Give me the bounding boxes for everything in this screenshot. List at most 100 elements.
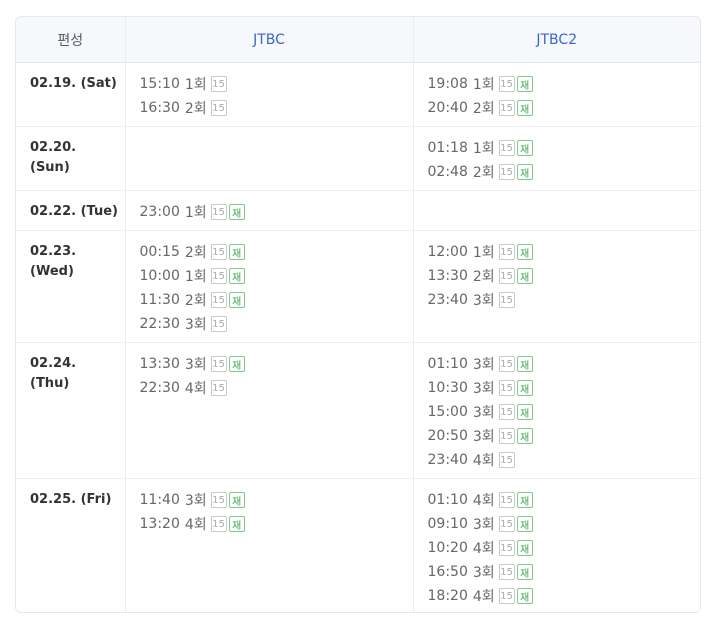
age-rating-badge: 15 [210, 356, 227, 372]
episode-number: 2회 [184, 293, 207, 309]
age-rating-badge: 15 [498, 356, 515, 372]
rerun-badge: 재 [516, 492, 533, 508]
slots-jtbc2: 01:10 3회 15 재 10:30 3회 15 재 15:00 3회 15 재 20:50 3회 15 재… [412, 342, 701, 479]
episode-number: 2회 [472, 101, 495, 117]
age-rating-badge: 15 [210, 492, 227, 508]
schedule-row: 02.23. (Wed) 00:15 2회 15 재 10:00 1회 15 재 11:30 2회 1… [16, 230, 701, 343]
age-rating-badge: 15 [498, 588, 515, 604]
slots-jtbc: 00:15 2회 15 재 10:00 1회 15 재 11:30 2회 15 재 22:30 3회 15 [124, 230, 413, 343]
airtime-slot: 16:30 2회 15 [140, 96, 413, 120]
airtime-slot: 20:50 3회 15 재 [428, 424, 701, 448]
slots-jtbc2 [412, 190, 700, 231]
age-rating-badge: 15 [498, 516, 515, 532]
slots-jtbc: 11:40 3회 15 재 13:20 4회 15 재 [124, 478, 413, 612]
age-rating-badge: 15 [498, 244, 515, 260]
airtime-slot: 13:30 2회 15 재 [428, 264, 701, 288]
rerun-badge: 재 [516, 540, 533, 556]
air-time: 18:20 [427, 588, 468, 604]
episode-number: 2회 [184, 101, 207, 117]
schedule-row: 02.19. (Sat) 15:10 1회 15 16:30 2회 15 19:08 1회 15 재… [16, 62, 701, 127]
episode-number: 1회 [184, 77, 207, 93]
rerun-badge: 재 [228, 244, 245, 260]
air-time: 16:50 [427, 564, 468, 580]
age-rating-badge: 15 [210, 316, 227, 332]
schedule-table-frame: 편성 JTBC JTBC2 02.19. (Sat) 15:10 1회 15 16:30… [15, 16, 701, 613]
air-time: 01:18 [427, 140, 468, 156]
schedule-table: 편성 JTBC JTBC2 02.19. (Sat) 15:10 1회 15 16:30… [16, 17, 701, 612]
air-time: 20:50 [427, 428, 468, 444]
airtime-slot: 22:30 4회 15 [140, 376, 413, 400]
air-time: 11:30 [139, 292, 180, 308]
schedule-row: 02.20. (Sun) 01:18 1회 15 재 02:48 2회 15 재 [16, 126, 700, 191]
slots-jtbc2: 01:18 1회 15 재 02:48 2회 15 재 [412, 126, 700, 191]
episode-number: 4회 [472, 541, 495, 557]
episode-number: 2회 [472, 165, 495, 181]
header-row: 편성 JTBC JTBC2 [16, 17, 700, 63]
airtime-slot: 00:15 2회 15 재 [140, 240, 413, 264]
age-rating-badge: 15 [498, 404, 515, 420]
broadcast-date: 02.23. (Wed) [16, 230, 125, 343]
airtime-slot: 20:40 2회 15 재 [428, 96, 701, 120]
broadcast-date: 02.24. (Thu) [16, 342, 125, 479]
rerun-badge: 재 [228, 292, 245, 308]
airtime-slot: 12:00 1회 15 재 [428, 240, 701, 264]
age-rating-badge: 15 [498, 380, 515, 396]
episode-number: 3회 [472, 517, 495, 533]
air-time: 13:20 [139, 516, 180, 532]
airtime-slot: 10:30 3회 15 재 [428, 376, 701, 400]
age-rating-badge: 15 [498, 292, 515, 308]
air-time: 11:40 [139, 492, 180, 508]
episode-number: 1회 [472, 77, 495, 93]
air-time: 00:15 [139, 244, 180, 260]
air-time: 23:40 [427, 292, 468, 308]
broadcast-date: 02.20. (Sun) [16, 126, 125, 191]
age-rating-badge: 15 [498, 540, 515, 556]
age-rating-badge: 15 [210, 380, 227, 396]
airtime-slot: 15:00 3회 15 재 [428, 400, 701, 424]
age-rating-badge: 15 [210, 204, 227, 220]
air-time: 20:40 [427, 100, 468, 116]
schedule-body: 02.19. (Sat) 15:10 1회 15 16:30 2회 15 19:08 1회 15 재… [16, 62, 701, 612]
slots-jtbc: 23:00 1회 15 재 [124, 190, 413, 231]
age-rating-badge: 15 [210, 76, 227, 92]
rerun-badge: 재 [516, 268, 533, 284]
air-time: 01:10 [427, 356, 468, 372]
rerun-badge: 재 [516, 516, 533, 532]
slots-jtbc [124, 126, 413, 191]
airtime-slot: 01:10 4회 15 재 [428, 488, 701, 512]
slots-jtbc: 13:30 3회 15 재 22:30 4회 15 [124, 342, 413, 479]
rerun-badge: 재 [516, 244, 533, 260]
age-rating-badge: 15 [498, 164, 515, 180]
air-time: 19:08 [427, 76, 468, 92]
episode-number: 3회 [472, 429, 495, 445]
airtime-slot: 15:10 1회 15 [140, 72, 413, 96]
rerun-badge: 재 [516, 380, 533, 396]
air-time: 15:10 [139, 76, 180, 92]
episode-number: 4회 [472, 589, 495, 605]
age-rating-badge: 15 [210, 516, 227, 532]
air-time: 23:40 [427, 452, 468, 468]
airtime-slot: 11:40 3회 15 재 [140, 488, 413, 512]
rerun-badge: 재 [228, 268, 245, 284]
episode-number: 3회 [472, 565, 495, 581]
age-rating-badge: 15 [498, 452, 515, 468]
air-time: 09:10 [427, 516, 468, 532]
airtime-slot: 11:30 2회 15 재 [140, 288, 413, 312]
episode-number: 1회 [184, 269, 207, 285]
age-rating-badge: 15 [210, 100, 227, 116]
age-rating-badge: 15 [498, 268, 515, 284]
airtime-slot: 23:40 3회 15 [428, 288, 701, 312]
age-rating-badge: 15 [498, 428, 515, 444]
rerun-badge: 재 [228, 356, 245, 372]
air-time: 02:48 [427, 164, 468, 180]
age-rating-badge: 15 [498, 140, 515, 156]
episode-number: 3회 [184, 317, 207, 333]
age-rating-badge: 15 [498, 492, 515, 508]
episode-number: 1회 [184, 205, 207, 221]
age-rating-badge: 15 [210, 292, 227, 308]
air-time: 10:20 [427, 540, 468, 556]
airtime-slot: 23:40 4회 15 [428, 448, 701, 472]
rerun-badge: 재 [516, 588, 533, 604]
airtime-slot: 13:20 4회 15 재 [140, 512, 413, 536]
episode-number: 3회 [472, 381, 495, 397]
